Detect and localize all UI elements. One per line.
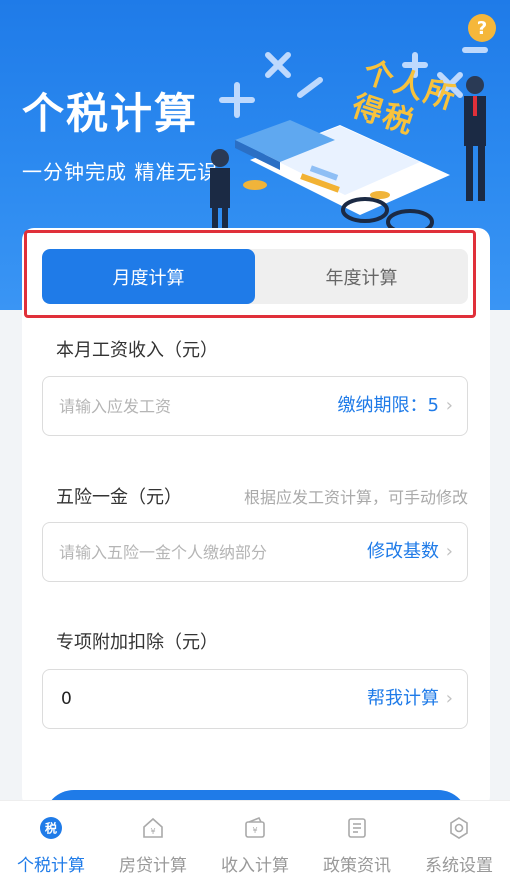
deduction-field: 0 帮我计算 › (42, 669, 468, 729)
deduction-value[interactable]: 0 (61, 670, 72, 728)
insurance-field: 修改基数 › (42, 522, 468, 582)
svg-text:税: 税 (45, 821, 57, 836)
svg-text:¥: ¥ (150, 827, 155, 836)
tabbar-label: 系统设置 (425, 856, 493, 876)
tabbar-item-settings[interactable]: 系统设置 (408, 801, 510, 876)
tabbar-item-tax[interactable]: 税 个税计算 (0, 801, 102, 876)
modify-base-button[interactable]: 修改基数 (367, 523, 439, 581)
chevron-right-icon: › (445, 688, 453, 709)
insurance-label: 五险一金（元） (56, 487, 182, 508)
tabbar-label: 收入计算 (221, 856, 289, 876)
document-icon (344, 815, 370, 841)
deduction-label: 专项附加扣除（元） (56, 632, 218, 653)
page-subtitle: 一分钟完成 精准无误 (22, 160, 219, 184)
chevron-right-icon: › (445, 395, 453, 416)
salary-field: 缴纳期限：5 › (42, 376, 468, 436)
tabbar-label: 个税计算 (17, 856, 85, 876)
svg-text:¥: ¥ (252, 826, 257, 835)
salary-input[interactable] (59, 377, 299, 435)
payment-period-selector[interactable]: 缴纳期限：5 (338, 377, 439, 435)
page-title: 个税计算 (22, 89, 199, 138)
tabbar-item-income[interactable]: ¥ 收入计算 (204, 801, 306, 876)
tabbar-label: 房贷计算 (119, 856, 187, 876)
insurance-input[interactable] (59, 523, 299, 581)
tabbar-item-policy[interactable]: 政策资讯 (306, 801, 408, 876)
gear-icon (446, 815, 472, 841)
tax-illustration (210, 47, 488, 238)
tabbar-label: 政策资讯 (323, 856, 391, 876)
calc-mode-tabs: 月度计算 年度计算 (42, 249, 468, 304)
tab-monthly[interactable]: 月度计算 (42, 249, 255, 304)
tax-icon: 税 (38, 815, 64, 841)
salary-label: 本月工资收入（元） (56, 340, 218, 361)
chevron-right-icon: › (445, 541, 453, 562)
tab-yearly[interactable]: 年度计算 (255, 249, 468, 304)
bottom-tab-bar: 税 个税计算 ¥ 房贷计算 ¥ 收入计算 政策资讯 系统设置 (0, 800, 510, 876)
house-icon: ¥ (140, 815, 166, 841)
wallet-icon: ¥ (242, 815, 268, 841)
insurance-hint: 根据应发工资计算，可手动修改 (243, 488, 468, 507)
tabbar-item-mortgage[interactable]: ¥ 房贷计算 (102, 801, 204, 876)
help-me-calculate-button[interactable]: 帮我计算 (367, 670, 439, 728)
